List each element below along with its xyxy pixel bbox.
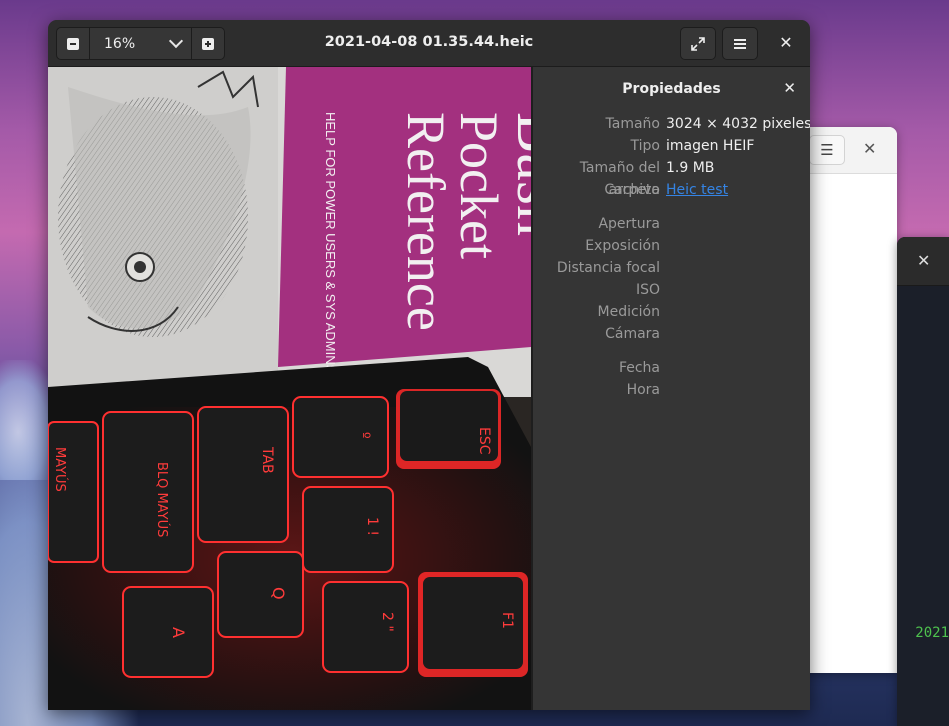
property-value xyxy=(666,279,810,301)
photo-image: Bash Pocket Reference HELP FOR POWER USE… xyxy=(48,67,531,710)
properties-sidebar: Propiedades ✕ Tamaño 3024 × 4032 pixeles… xyxy=(533,67,810,710)
property-label: ISO xyxy=(635,282,660,298)
property-file-size: Tamaño del archivo 1.9 MB xyxy=(533,157,810,198)
property-label: Apertura xyxy=(598,216,660,232)
property-aperture: Apertura xyxy=(533,213,810,235)
property-metering: Medición xyxy=(533,301,810,323)
property-value xyxy=(666,235,810,257)
property-value xyxy=(666,379,810,401)
property-label: Distancia focal xyxy=(556,260,660,276)
properties-title: Propiedades xyxy=(622,81,721,97)
property-label: Fecha xyxy=(618,360,660,376)
key-ordinal: º xyxy=(356,432,372,439)
key-2: 2 " xyxy=(379,612,395,632)
image-viewer-window: 16% 2021-04-08 01.35.44.heic ✕ Bash Pock… xyxy=(48,20,810,710)
property-value xyxy=(666,257,810,279)
property-value: imagen HEIF xyxy=(666,138,755,154)
property-camera: Cámara xyxy=(533,323,810,345)
background-window-terminal[interactable]: ✕ 2021 xyxy=(897,237,949,726)
property-label: Exposición xyxy=(585,238,660,254)
fullscreen-icon xyxy=(691,36,705,51)
zoom-level-value: 16% xyxy=(104,35,136,52)
background-terminal-header: ✕ xyxy=(897,237,949,286)
key-q: Q xyxy=(269,587,288,600)
terminal-text: 2021 xyxy=(915,625,949,641)
main-menu-button[interactable] xyxy=(722,27,758,60)
key-f1: F1 xyxy=(499,612,515,629)
property-focal-length: Distancia focal xyxy=(533,257,810,279)
chevron-down-icon xyxy=(168,33,184,49)
close-icon[interactable]: ✕ xyxy=(863,139,876,158)
background-window-header: ☰ ✕ xyxy=(795,127,897,174)
minus-square-icon xyxy=(67,37,79,50)
zoom-in-button[interactable] xyxy=(192,28,224,59)
folder-link[interactable]: Heic test xyxy=(666,179,810,201)
book-subtitle: HELP FOR POWER USERS & SYS ADMINS xyxy=(323,112,338,374)
property-value: 1.9 MB xyxy=(666,160,715,176)
background-window-files[interactable]: ☰ ✕ xyxy=(795,127,897,673)
property-value xyxy=(666,357,810,379)
header-bar: 16% 2021-04-08 01.35.44.heic ✕ xyxy=(48,20,810,67)
property-value: 3024 × 4032 pixeles xyxy=(666,116,810,132)
key-esc: ESC xyxy=(476,427,492,455)
zoom-control: 16% xyxy=(56,27,225,60)
property-label: Carpeta xyxy=(604,182,660,198)
property-label: Tipo xyxy=(630,138,660,154)
property-type: Tipo imagen HEIF xyxy=(533,135,810,157)
main-content: Bash Pocket Reference HELP FOR POWER USE… xyxy=(48,67,810,710)
property-value xyxy=(666,301,810,323)
property-size: Tamaño 3024 × 4032 pixeles xyxy=(533,113,810,135)
property-iso: ISO xyxy=(533,279,810,301)
key-a: A xyxy=(169,627,188,638)
fullscreen-button[interactable] xyxy=(680,27,716,60)
close-icon: ✕ xyxy=(779,33,793,52)
book-title-line2: Pocket xyxy=(449,112,509,259)
key-tab: TAB xyxy=(259,446,275,474)
window-close-button[interactable]: ✕ xyxy=(773,32,799,54)
property-value xyxy=(666,323,810,345)
property-exposure: Exposición xyxy=(533,235,810,257)
properties-list: Tamaño 3024 × 4032 pixeles Tipo imagen H… xyxy=(533,113,810,401)
plus-square-icon xyxy=(202,37,214,50)
book-title-line3: Reference xyxy=(396,112,456,331)
property-time: Hora xyxy=(533,379,810,401)
key-caps: BLQ MAYÚS xyxy=(154,462,170,537)
zoom-level-dropdown[interactable]: 16% xyxy=(90,28,191,59)
key-shift: MAYÚS xyxy=(52,447,68,492)
close-icon[interactable]: ✕ xyxy=(917,251,930,270)
image-canvas[interactable]: Bash Pocket Reference HELP FOR POWER USE… xyxy=(48,67,533,710)
close-icon: ✕ xyxy=(783,79,796,97)
property-folder: Carpeta Heic test xyxy=(533,179,810,201)
hamburger-menu-icon[interactable]: ☰ xyxy=(809,135,845,165)
key-1: 1 ! xyxy=(364,517,380,536)
properties-close-button[interactable]: ✕ xyxy=(783,79,796,97)
property-label: Tamaño xyxy=(605,116,660,132)
property-label: Medición xyxy=(597,304,661,320)
property-date: Fecha xyxy=(533,357,810,379)
zoom-out-button[interactable] xyxy=(57,28,89,59)
property-label: Hora xyxy=(626,382,660,398)
property-label: Tamaño del archivo xyxy=(579,160,660,198)
property-label: Cámara xyxy=(605,326,660,342)
hamburger-menu-icon xyxy=(734,38,746,49)
property-value xyxy=(666,213,810,235)
